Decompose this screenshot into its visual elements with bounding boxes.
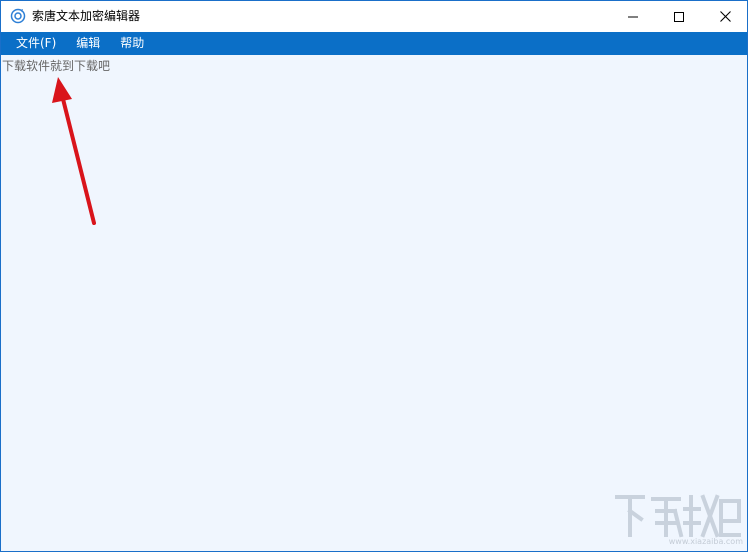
close-button[interactable] [702,1,747,32]
menu-edit[interactable]: 编辑 [76,32,120,55]
window-title: 索唐文本加密编辑器 [32,9,141,23]
watermark-site: www.xiazaiba.com [668,537,743,546]
watermark: www.xiazaiba.com [613,491,743,551]
app-logo-icon [10,8,26,24]
maximize-icon [674,11,684,22]
annotation-arrow-icon [52,77,96,225]
maximize-button[interactable] [656,1,702,32]
close-icon [719,11,731,22]
minimize-icon [628,16,638,17]
watermark-logo-icon [615,494,741,538]
app-window: 索唐文本加密编辑器 文件(F) 编辑 帮助 下载软件就到下载吧 www.xiaz… [0,0,748,552]
menu-help[interactable]: 帮助 [120,32,154,55]
menu-file[interactable]: 文件(F) [16,32,76,55]
title-bar[interactable]: 索唐文本加密编辑器 [1,1,747,32]
menu-bar: 文件(F) 编辑 帮助 [1,32,747,55]
minimize-button[interactable] [610,1,656,32]
editor-content[interactable]: 下载软件就到下载吧 [2,58,110,74]
